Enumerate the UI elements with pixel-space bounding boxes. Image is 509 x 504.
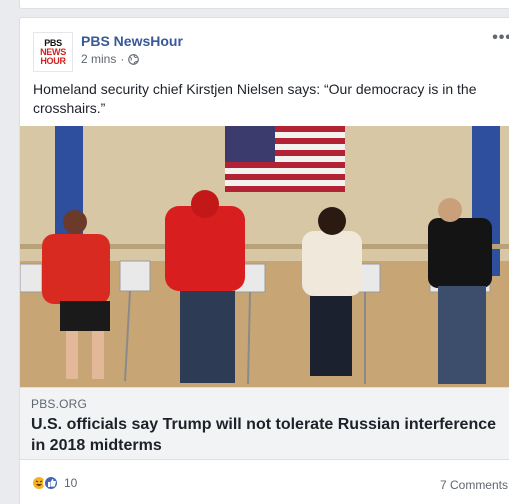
reactions-summary[interactable]: 10 (31, 475, 77, 491)
post-meta: 2 mins · (81, 52, 140, 66)
link-preview[interactable]: PBS.ORG U.S. officials say Trump will no… (20, 387, 509, 460)
comments-count-link[interactable]: 7 Comments (440, 478, 508, 492)
more-options-button[interactable]: ••• (492, 29, 509, 47)
globe-icon[interactable] (128, 53, 140, 65)
previous-post-card (19, 0, 509, 9)
post-caption: Homeland security chief Kirstjen Nielsen… (33, 81, 477, 116)
reaction-count[interactable]: 10 (64, 476, 77, 490)
american-flag (225, 126, 345, 192)
page-name-link[interactable]: PBS NewsHour (81, 33, 183, 49)
logo-text-hour: HOUR (40, 55, 66, 66)
post-timestamp[interactable]: 2 mins (81, 52, 116, 66)
link-domain: PBS.ORG (31, 397, 88, 411)
meta-separator: · (120, 52, 125, 66)
page-avatar[interactable]: PBS NEWS HOUR (33, 32, 73, 72)
like-icon (43, 475, 59, 491)
link-headline[interactable]: U.S. officials say Trump will not tolera… (31, 414, 509, 456)
post-card: PBS NEWS HOUR PBS NewsHour 2 mins · ••• … (19, 17, 509, 504)
post-photo[interactable] (20, 126, 509, 387)
